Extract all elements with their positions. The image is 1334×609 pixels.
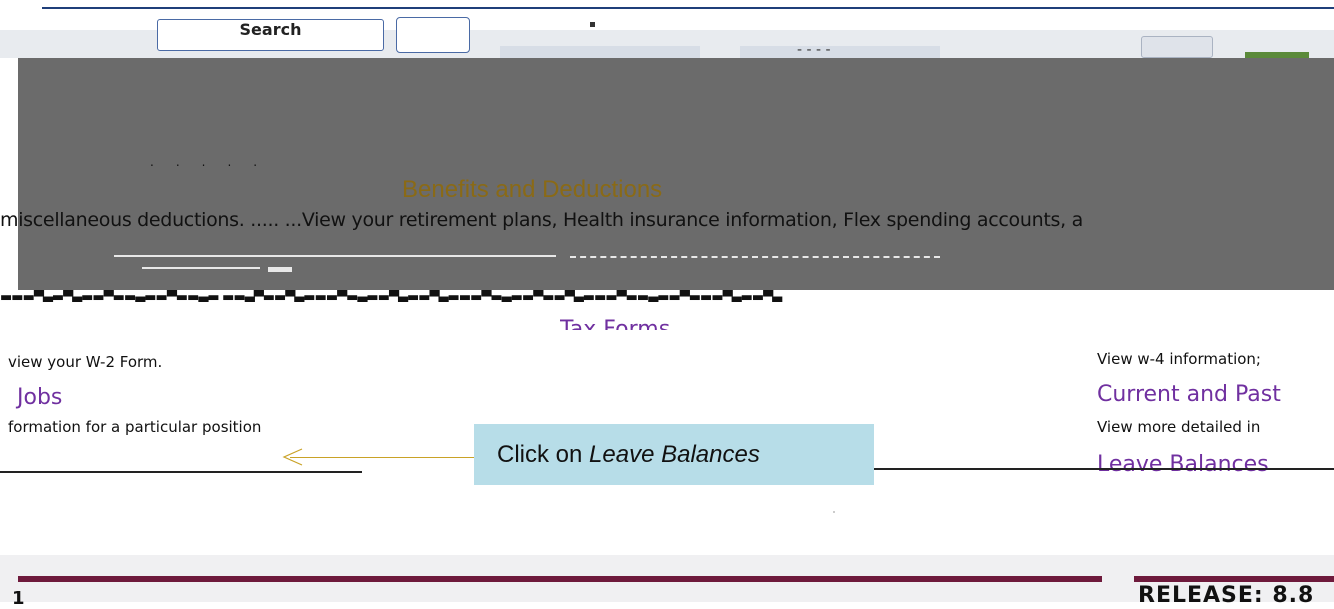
- overlay-rule-2: [142, 267, 260, 269]
- current-past-link[interactable]: Current and Past: [1097, 382, 1281, 407]
- header-top-rule: [42, 7, 1334, 9]
- header-field-2[interactable]: [740, 46, 940, 58]
- callout-arrow-line: [290, 457, 474, 458]
- release-label: RELEASE: 8.8: [1138, 583, 1315, 608]
- left-section-rule: [0, 471, 362, 473]
- benefits-deductions-link[interactable]: Benefits and Deductions: [402, 176, 662, 204]
- jobs-description: formation for a particular position: [8, 418, 262, 436]
- stray-dot: [833, 511, 835, 513]
- overlay-rule-1: [114, 255, 556, 257]
- footer-rule-right: [1134, 576, 1334, 582]
- benefits-description: miscellaneous deductions. ..... ...View …: [0, 209, 1083, 231]
- header-field-1[interactable]: [500, 46, 700, 58]
- overlay-dashed-rule: [570, 256, 940, 258]
- header-dashes: - - - -: [797, 42, 831, 58]
- go-button[interactable]: [396, 17, 470, 53]
- footer-rule-left: [18, 576, 1102, 582]
- header-dot: [590, 22, 595, 27]
- current-past-description: View more detailed in: [1097, 418, 1261, 436]
- w2-description: view your W-2 Form.: [8, 353, 163, 371]
- right-section-rule: [873, 468, 1334, 470]
- leave-balances-link[interactable]: Leave Balances: [1097, 452, 1269, 474]
- header-small-button[interactable]: [1141, 36, 1213, 58]
- tax-forms-link[interactable]: Tax Forms: [560, 316, 670, 330]
- callout-emphasis: Leave Balances: [589, 441, 760, 468]
- garbled-text-row: ▬▬▬▀▄▬▀▄▬▬▀▬▬▄▬▬▀▬▬▄▬ ▬▬▄▀▬▬▀▄▬▬▬▀▬▄▬▬▀▄…: [0, 290, 782, 302]
- jobs-link[interactable]: Jobs: [17, 385, 62, 410]
- overlay-dots: .....: [150, 155, 280, 169]
- callout-prefix: Click on: [497, 441, 590, 468]
- footer-page-number: 1: [12, 588, 25, 609]
- arrow-left-icon: [282, 448, 303, 466]
- overlay-rule-3: [268, 267, 292, 272]
- instruction-callout: Click on Leave Balances: [474, 424, 874, 485]
- search-button[interactable]: Search: [157, 19, 384, 51]
- w4-description: View w-4 information;: [1097, 350, 1261, 368]
